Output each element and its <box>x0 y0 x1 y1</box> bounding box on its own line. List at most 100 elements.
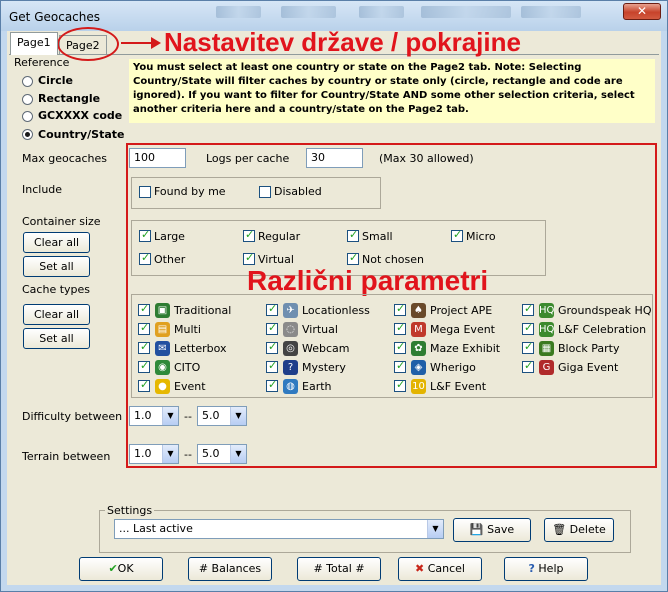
radio-country-state[interactable] <box>22 129 33 140</box>
large-checkbox[interactable] <box>139 228 151 242</box>
background-blur <box>521 6 581 18</box>
small-checkbox[interactable] <box>347 228 359 242</box>
cache-type-checkbox[interactable] <box>138 302 150 316</box>
cache-type-checkbox[interactable] <box>266 321 278 335</box>
ok-button[interactable]: ✔OK <box>79 557 163 581</box>
cache-type-checkbox[interactable] <box>394 359 406 373</box>
cache-type-checkbox[interactable] <box>138 321 150 335</box>
cache-type-checkbox[interactable] <box>522 302 534 316</box>
cache-type-label: CITO <box>174 361 201 374</box>
cache-type-checkbox[interactable] <box>394 302 406 316</box>
cache-type-label: Maze Exhibit <box>430 342 501 355</box>
total-button[interactable]: # Total # <box>297 557 381 581</box>
radio-circle[interactable] <box>22 76 33 87</box>
cache-type-checkbox[interactable] <box>138 359 150 373</box>
cache-type-checkbox[interactable] <box>266 378 278 392</box>
annotation-arrow <box>121 42 155 44</box>
chevron-down-icon: ▼ <box>230 407 246 425</box>
max-geocaches-input[interactable]: 100 <box>129 148 186 168</box>
balances-label: Balances <box>211 562 262 575</box>
terrain-to-select[interactable]: 5.0 ▼ <box>197 444 247 464</box>
cache-type-label: Locationless <box>302 304 370 317</box>
cache-type-label: L&F Event <box>430 380 487 393</box>
cache-type-label: L&F Celebration <box>558 323 647 336</box>
include-label: Include <box>22 183 63 196</box>
settings-select[interactable]: ... Last active ▼ <box>114 519 444 539</box>
cache-set-all-button[interactable]: Set all <box>23 328 90 349</box>
difficulty-to-select[interactable]: 5.0 ▼ <box>197 406 247 426</box>
radio-rectangle-label: Rectangle <box>38 92 101 105</box>
other-checkbox[interactable] <box>139 251 151 265</box>
disabled-label: Disabled <box>274 185 322 198</box>
cancel-button[interactable]: ✖ Cancel <box>398 557 482 581</box>
disabled-checkbox[interactable] <box>259 186 271 198</box>
logs-per-cache-label: Logs per cache <box>206 152 290 165</box>
close-icon: ✕ <box>636 4 648 18</box>
cache-type-checkbox[interactable] <box>266 302 278 316</box>
cache-type-checkbox[interactable] <box>138 340 150 354</box>
radio-circle-label: Circle <box>38 74 74 87</box>
virtual-size-checkbox[interactable] <box>243 251 255 265</box>
not-chosen-checkbox[interactable] <box>347 251 359 265</box>
locationless-icon: ✈ <box>283 303 298 318</box>
micro-checkbox[interactable] <box>451 228 463 242</box>
difficulty-from-select[interactable]: 1.0 ▼ <box>129 406 179 426</box>
balances-button[interactable]: # Balances <box>188 557 272 581</box>
cache-type-checkbox[interactable] <box>138 378 150 392</box>
small-label: Small <box>362 230 393 243</box>
max-geocaches-label: Max geocaches <box>22 152 108 165</box>
trash-icon: 🗑 <box>552 523 567 536</box>
cache-type-checkbox[interactable] <box>266 340 278 354</box>
maze-exhibit-icon: ✿ <box>411 341 426 356</box>
cache-type-label: Earth <box>302 380 332 393</box>
event-icon: ● <box>155 379 170 394</box>
terrain-label: Terrain between <box>22 450 111 463</box>
traditional-cache-icon: ▣ <box>155 303 170 318</box>
container-set-all-button[interactable]: Set all <box>23 256 90 277</box>
virtual-cache-icon: ◌ <box>283 322 298 337</box>
radio-gc-code[interactable] <box>22 111 33 122</box>
logs-per-cache-input[interactable]: 30 <box>306 148 363 168</box>
cache-type-label: Project APE <box>430 304 493 317</box>
mystery-icon: ? <box>283 360 298 375</box>
terrain-to-value: 5.0 <box>202 447 220 460</box>
delete-button[interactable]: 🗑 Delete <box>544 518 614 542</box>
found-by-me-checkbox[interactable] <box>139 186 151 198</box>
save-button[interactable]: 💾 Save <box>453 518 531 542</box>
cache-type-checkbox[interactable] <box>522 340 534 354</box>
chevron-down-icon: ▼ <box>230 445 246 463</box>
settings-selected-value: ... Last active <box>119 522 193 535</box>
tab-page1[interactable]: Page1 <box>10 32 58 55</box>
regular-checkbox[interactable] <box>243 228 255 242</box>
container-clear-all-button[interactable]: Clear all <box>23 232 90 253</box>
large-label: Large <box>154 230 185 243</box>
cache-type-checkbox[interactable] <box>266 359 278 373</box>
wherigo-icon: ◈ <box>411 360 426 375</box>
cito-icon: ◉ <box>155 360 170 375</box>
webcam-icon: ◎ <box>283 341 298 356</box>
difficulty-from-value: 1.0 <box>134 409 152 422</box>
cache-type-checkbox[interactable] <box>394 378 406 392</box>
cache-type-checkbox[interactable] <box>394 340 406 354</box>
close-button[interactable]: ✕ <box>623 3 661 20</box>
help-button[interactable]: ? Help <box>504 557 588 581</box>
cache-clear-all-button[interactable]: Clear all <box>23 304 90 325</box>
radio-gc-code-label: GCXXXX code <box>38 109 123 122</box>
page2-note: You must select at least one country or … <box>129 59 655 123</box>
annotation-arrow-head <box>151 37 161 49</box>
help-label: Help <box>538 562 564 575</box>
cache-type-checkbox[interactable] <box>394 321 406 335</box>
checkmark-icon: ✔ <box>108 562 118 575</box>
radio-rectangle[interactable] <box>22 94 33 105</box>
cache-type-checkbox[interactable] <box>522 359 534 373</box>
annotation-parameters: Različni parametri <box>247 265 489 296</box>
terrain-from-select[interactable]: 1.0 ▼ <box>129 444 179 464</box>
reference-label: Reference <box>14 56 70 69</box>
groundspeak-hq-icon: HQ <box>539 303 554 318</box>
mega-event-icon: M <box>411 322 426 337</box>
ok-label: OK <box>117 562 134 575</box>
lf-celebration-icon: HQ <box>539 322 554 337</box>
background-blur <box>281 6 336 18</box>
cache-type-checkbox[interactable] <box>522 321 534 335</box>
giga-event-icon: G <box>539 360 554 375</box>
